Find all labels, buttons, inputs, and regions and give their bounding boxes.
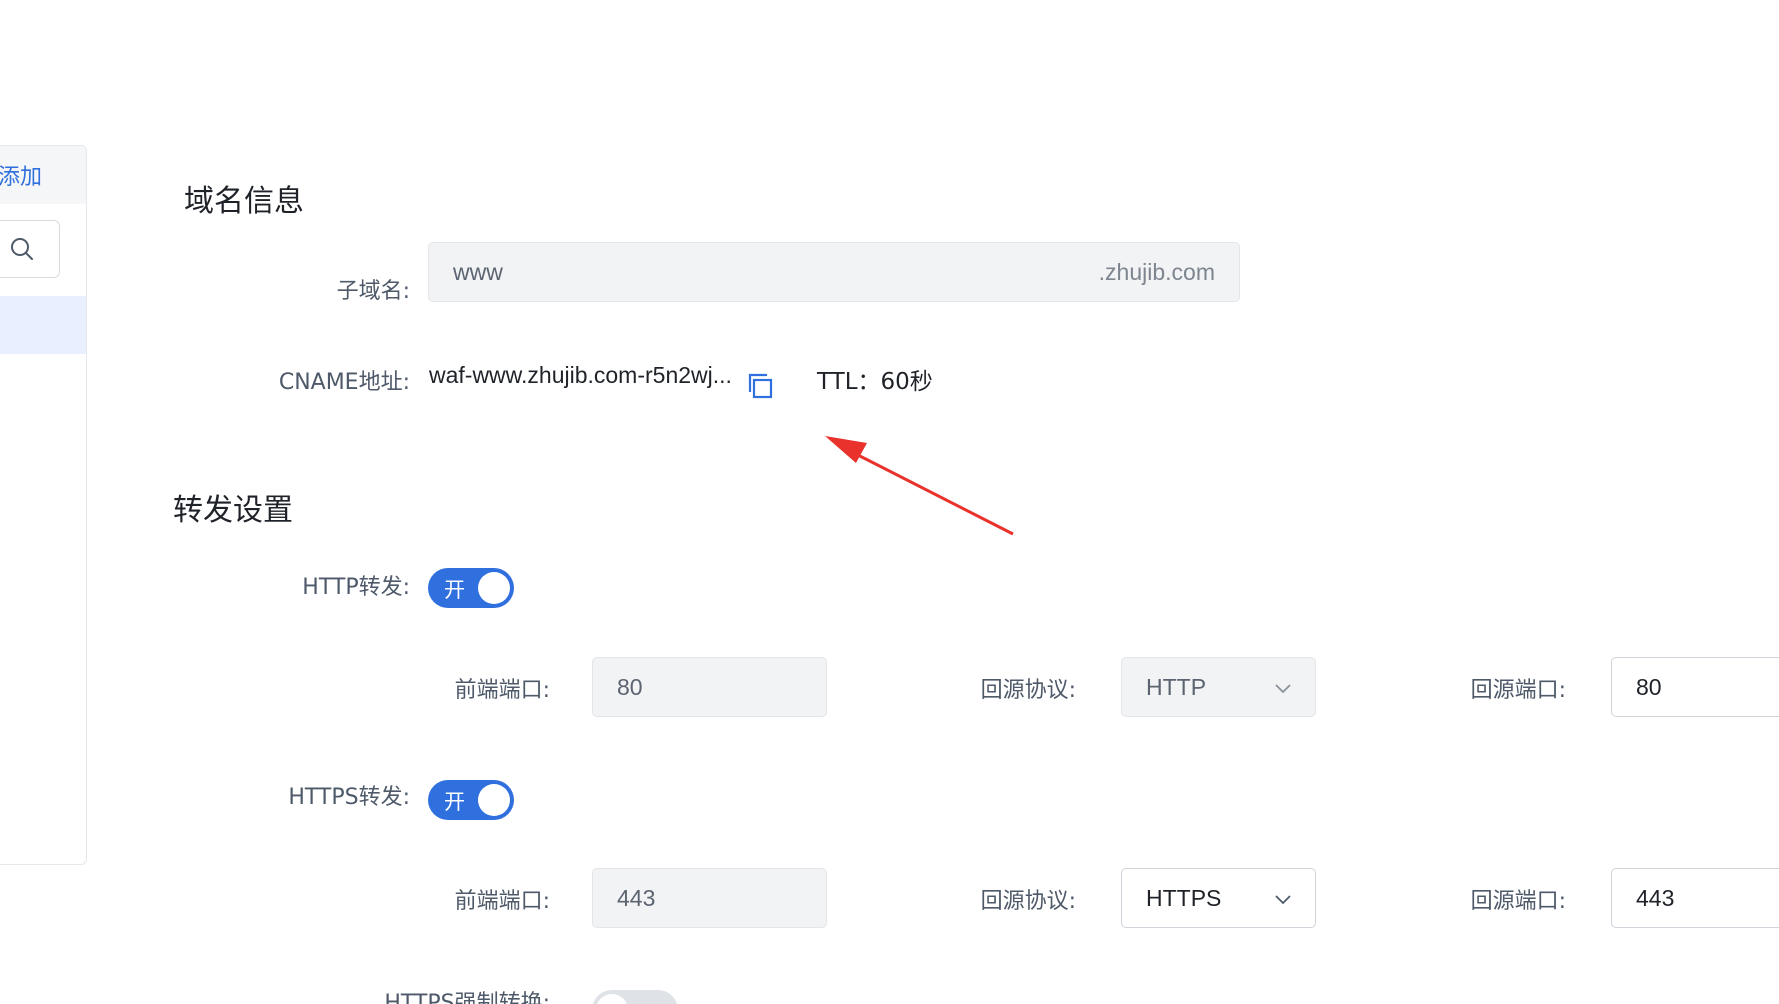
domain-info-title: 域名信息 xyxy=(184,184,304,219)
https-origin-port-input[interactable]: 443 xyxy=(1611,868,1779,928)
http-origin-port-value: 80 xyxy=(1636,673,1662,700)
toggle-knob xyxy=(478,784,510,816)
https-front-port-value: 443 xyxy=(617,884,656,911)
add-link[interactable]: 添加 xyxy=(0,159,42,191)
http-front-port-label: 前端端口: xyxy=(454,678,550,703)
http-protocol-select: HTTP xyxy=(1121,657,1316,717)
force-https-toggle[interactable] xyxy=(592,990,678,1004)
domain-list-panel: 添加 xyxy=(0,145,87,865)
https-protocol-select[interactable]: HTTPS xyxy=(1121,868,1316,928)
toggle-knob xyxy=(596,994,628,1004)
https-protocol-value: HTTPS xyxy=(1146,884,1222,911)
forwarding-title: 转发设置 xyxy=(173,493,293,528)
https-forward-label: HTTPS转发: xyxy=(288,785,410,810)
ttl-text: TTL：60秒 xyxy=(817,369,933,395)
https-origin-port-label: 回源端口: xyxy=(1470,889,1566,914)
chevron-down-icon xyxy=(1275,684,1291,694)
subdomain-suffix: .zhujib.com xyxy=(1098,258,1215,285)
toggle-text: 开 xyxy=(444,790,465,814)
http-protocol-value: HTTP xyxy=(1146,673,1207,700)
http-origin-port-label: 回源端口: xyxy=(1470,678,1566,703)
cname-value: waf-www.zhujib.com-r5n2wj... xyxy=(429,362,732,388)
http-front-port-value: 80 xyxy=(617,673,643,700)
https-origin-port-value: 443 xyxy=(1636,884,1675,911)
search-input[interactable] xyxy=(0,220,60,278)
toggle-text: 开 xyxy=(444,578,465,602)
subdomain-label: 子域名: xyxy=(336,279,410,304)
https-forward-toggle[interactable]: 开 xyxy=(428,780,514,820)
add-bar: 添加 xyxy=(0,146,86,204)
http-protocol-label: 回源协议: xyxy=(980,678,1076,703)
subdomain-field: www .zhujib.com xyxy=(428,242,1240,302)
force-https-label: HTTPS强制转换: xyxy=(384,991,550,1004)
https-front-port-field: 443 xyxy=(592,868,827,928)
cname-label: CNAME地址: xyxy=(278,370,410,395)
subdomain-value: www xyxy=(453,258,503,285)
http-forward-label: HTTP转发: xyxy=(302,575,410,600)
https-protocol-label: 回源协议: xyxy=(980,889,1076,914)
chevron-down-icon xyxy=(1275,895,1291,905)
toggle-knob xyxy=(478,572,510,604)
copy-icon[interactable] xyxy=(748,373,774,399)
domain-list-item-selected[interactable] xyxy=(0,296,86,354)
page: 添加 域名信息 子域名: www .zhujib.com CNAME地址: wa… xyxy=(0,0,1779,1004)
http-origin-port-input[interactable]: 80 xyxy=(1611,657,1779,717)
search-icon xyxy=(11,238,33,260)
http-forward-toggle[interactable]: 开 xyxy=(428,568,514,608)
http-front-port-field: 80 xyxy=(592,657,827,717)
https-front-port-label: 前端端口: xyxy=(454,889,550,914)
